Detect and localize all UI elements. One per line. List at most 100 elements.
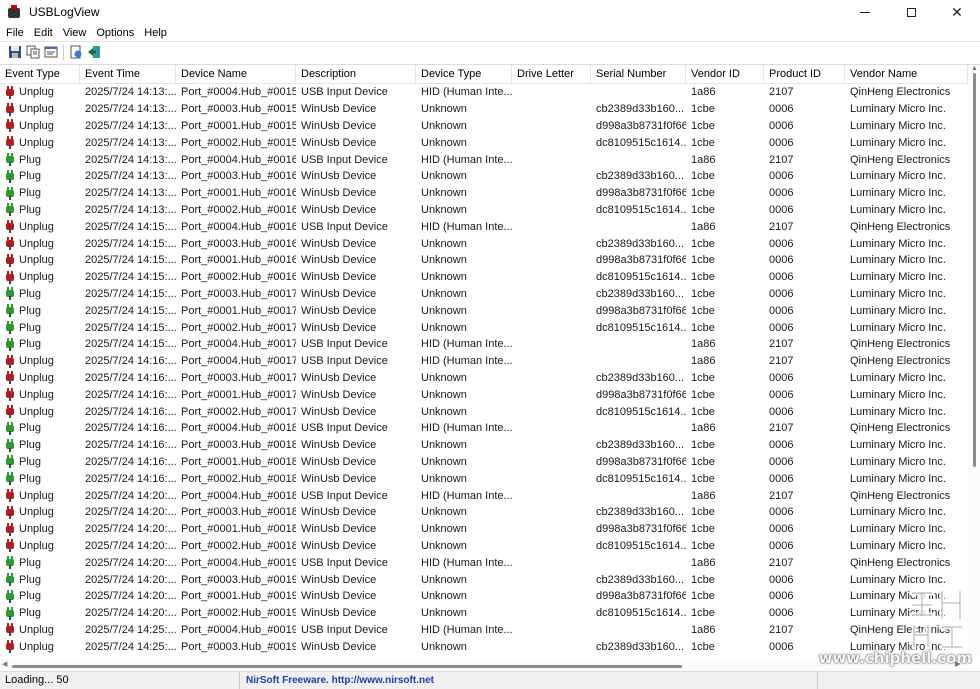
- window-controls: ✕: [842, 0, 980, 24]
- column-header-vendor-name[interactable]: Vendor Name: [845, 65, 968, 84]
- table-row[interactable]: Plug 2025/7/24 14:15:... Port_#0002.Hub_#0…: [0, 319, 968, 336]
- exit-button[interactable]: [85, 44, 102, 61]
- table-row[interactable]: Unplug 2025/7/24 14:13:... Port_#0002.Hub_…: [0, 134, 968, 151]
- cell-device-type: HID (Human Inte...: [421, 422, 512, 435]
- vertical-scrollbar[interactable]: ▲: [968, 65, 980, 655]
- column-header-product-id[interactable]: Product ID: [764, 65, 845, 84]
- cell-serial-number: d998a3b8731f0f66: [596, 590, 686, 603]
- cell-product-id: 0006: [769, 539, 794, 552]
- table-row[interactable]: Unplug 2025/7/24 14:16:... Port_#0001.Hub_…: [0, 386, 968, 403]
- table-row[interactable]: Plug 2025/7/24 14:16:... Port_#0003.Hub_#0…: [0, 437, 968, 454]
- cell-device-type: HID (Human Inte...: [421, 355, 512, 368]
- table-row[interactable]: Unplug 2025/7/24 14:20:... Port_#0002.Hub_…: [0, 538, 968, 555]
- cell-device-type: HID (Human Inte...: [421, 338, 512, 351]
- minimize-button[interactable]: [842, 0, 888, 24]
- cell-product-id: 0006: [769, 136, 794, 149]
- table-row[interactable]: Plug 2025/7/24 14:15:... Port_#0001.Hub_#0…: [0, 302, 968, 319]
- vertical-scroll-thumb[interactable]: [973, 73, 976, 467]
- table-row[interactable]: Unplug 2025/7/24 14:15:... Port_#0003.Hub_…: [0, 235, 968, 252]
- table-row[interactable]: Plug 2025/7/24 14:13:... Port_#0004.Hub_#0…: [0, 151, 968, 168]
- event-type-label: Plug: [19, 607, 42, 620]
- table-row[interactable]: Plug 2025/7/24 14:20:... Port_#0004.Hub_#0…: [0, 554, 968, 571]
- table-row[interactable]: Plug 2025/7/24 14:16:... Port_#0002.Hub_#0…: [0, 470, 968, 487]
- menu-edit[interactable]: Edit: [29, 27, 58, 39]
- plug-icon: [4, 556, 17, 570]
- table-row[interactable]: Plug 2025/7/24 14:15:... Port_#0004.Hub_#0…: [0, 336, 968, 353]
- save-button[interactable]: [6, 44, 23, 61]
- table-row[interactable]: Unplug 2025/7/24 14:15:... Port_#0004.Hub_…: [0, 218, 968, 235]
- table-row[interactable]: Unplug 2025/7/24 14:15:... Port_#0001.Hub_…: [0, 252, 968, 269]
- column-header-drive-letter[interactable]: Drive Letter: [512, 65, 591, 84]
- scroll-left-icon[interactable]: ◀: [2, 660, 7, 668]
- cell-device-name: Port_#0001.Hub_#0016: [181, 254, 296, 267]
- table-row[interactable]: Unplug 2025/7/24 14:13:... Port_#0003.Hub_…: [0, 101, 968, 118]
- cell-vendor-id: 1cbe: [691, 523, 715, 536]
- cell-event-type: Plug: [0, 556, 80, 570]
- column-header-device-type[interactable]: Device Type: [416, 65, 512, 84]
- table-row[interactable]: Unplug 2025/7/24 14:20:... Port_#0004.Hub_…: [0, 487, 968, 504]
- cell-event-time: 2025/7/24 14:16:...: [85, 422, 176, 435]
- table-row[interactable]: Unplug 2025/7/24 14:20:... Port_#0001.Hub_…: [0, 521, 968, 538]
- cell-description: WinUsb Device: [301, 439, 377, 452]
- cell-device-name: Port_#0002.Hub_#0019: [181, 607, 296, 620]
- table-row[interactable]: Plug 2025/7/24 14:15:... Port_#0003.Hub_#0…: [0, 286, 968, 303]
- cell-vendor-id: 1a86: [691, 556, 716, 569]
- table-row[interactable]: Unplug 2025/7/24 14:16:... Port_#0002.Hub_…: [0, 403, 968, 420]
- event-type-label: Unplug: [19, 623, 54, 636]
- column-header-serial-number[interactable]: Serial Number: [591, 65, 686, 84]
- table-row[interactable]: Unplug 2025/7/24 14:16:... Port_#0004.Hub_…: [0, 353, 968, 370]
- cell-vendor-id: 1a86: [691, 422, 716, 435]
- cell-event-time: 2025/7/24 14:16:...: [85, 472, 176, 485]
- toolbar: [0, 41, 980, 62]
- table-row[interactable]: Unplug 2025/7/24 14:13:... Port_#0004.Hub_…: [0, 84, 968, 101]
- menu-help[interactable]: Help: [139, 27, 172, 39]
- column-header-event-type[interactable]: Event Type: [0, 65, 80, 84]
- table-row[interactable]: Unplug 2025/7/24 14:20:... Port_#0003.Hub_…: [0, 504, 968, 521]
- cell-serial-number: d998a3b8731f0f66: [596, 254, 686, 267]
- plug-icon: [4, 472, 17, 486]
- table-row[interactable]: Plug 2025/7/24 14:20:... Port_#0001.Hub_#0…: [0, 588, 968, 605]
- table-row[interactable]: Unplug 2025/7/24 14:13:... Port_#0001.Hub_…: [0, 118, 968, 135]
- menu-file[interactable]: File: [0, 27, 29, 39]
- event-list[interactable]: Event Type Event Time Device Name Descripti…: [0, 64, 980, 671]
- copy-button[interactable]: [24, 44, 41, 61]
- maximize-button[interactable]: [888, 0, 934, 24]
- properties-button[interactable]: [42, 44, 59, 61]
- column-header-device-name[interactable]: Device Name: [176, 65, 296, 84]
- column-header-description[interactable]: Description: [296, 65, 416, 84]
- cell-product-id: 2107: [769, 355, 794, 368]
- cell-serial-number: cb2389d33b160...: [596, 640, 685, 653]
- cell-device-type: Unknown: [421, 321, 467, 334]
- menu-view[interactable]: View: [58, 27, 92, 39]
- table-row[interactable]: Plug 2025/7/24 14:20:... Port_#0003.Hub_#0…: [0, 571, 968, 588]
- scroll-up-icon[interactable]: ▲: [971, 65, 978, 72]
- cell-serial-number: cb2389d33b160...: [596, 237, 685, 250]
- table-row[interactable]: Plug 2025/7/24 14:13:... Port_#0002.Hub_#0…: [0, 202, 968, 219]
- table-row[interactable]: Unplug 2025/7/24 14:16:... Port_#0003.Hub_…: [0, 370, 968, 387]
- table-row[interactable]: Plug 2025/7/24 14:16:... Port_#0001.Hub_#0…: [0, 454, 968, 471]
- menu-options[interactable]: Options: [91, 27, 139, 39]
- column-header-vendor-id[interactable]: Vendor ID: [686, 65, 764, 84]
- close-button[interactable]: ✕: [934, 0, 980, 24]
- cell-serial-number: dc8109515c1614...: [596, 539, 686, 552]
- cell-description: WinUsb Device: [301, 103, 377, 116]
- html-report-button[interactable]: [67, 44, 84, 61]
- table-row[interactable]: Unplug 2025/7/24 14:15:... Port_#0002.Hub_…: [0, 269, 968, 286]
- table-row[interactable]: Plug 2025/7/24 14:13:... Port_#0001.Hub_#0…: [0, 185, 968, 202]
- cell-device-name: Port_#0002.Hub_#0017: [181, 405, 296, 418]
- table-row[interactable]: Plug 2025/7/24 14:20:... Port_#0002.Hub_#0…: [0, 605, 968, 622]
- column-header-event-time[interactable]: Event Time: [80, 65, 176, 84]
- nirsoft-link[interactable]: NirSoft Freeware. http://www.nirsoft.net: [240, 672, 818, 689]
- cell-device-type: Unknown: [421, 187, 467, 200]
- cell-event-type: Plug: [0, 573, 80, 586]
- cell-event-time: 2025/7/24 14:15:...: [85, 287, 176, 300]
- table-row[interactable]: Unplug 2025/7/24 14:25:... Port_#0004.Hub_…: [0, 622, 968, 639]
- horizontal-scroll-thumb[interactable]: [12, 665, 682, 668]
- cell-vendor-name: Luminary Micro Inc.: [850, 103, 946, 116]
- cell-event-type: Plug: [0, 304, 80, 318]
- table-row[interactable]: Plug 2025/7/24 14:16:... Port_#0004.Hub_#0…: [0, 420, 968, 437]
- cell-event-type: Unplug: [0, 136, 80, 150]
- table-row[interactable]: Plug 2025/7/24 14:13:... Port_#0003.Hub_#0…: [0, 168, 968, 185]
- cell-serial-number: d998a3b8731f0f66: [596, 304, 686, 317]
- cell-serial-number: cb2389d33b160...: [596, 573, 685, 586]
